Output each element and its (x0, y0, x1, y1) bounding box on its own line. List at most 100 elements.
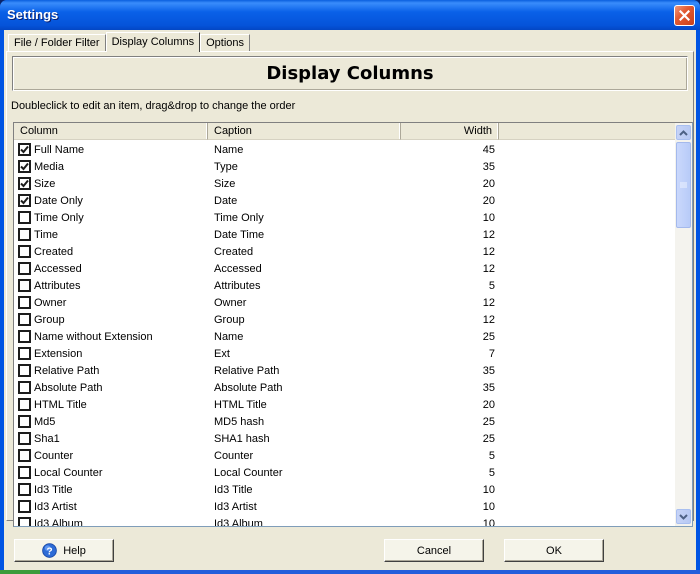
caption-cell: Ext (214, 347, 230, 360)
column-cell: Time Only (14, 211, 208, 224)
tab-file-folder-filter[interactable]: File / Folder Filter (8, 34, 106, 52)
instructions-text: Doubleclick to edit an item, drag&drop t… (11, 100, 296, 112)
list-item[interactable]: Group Group 12 (14, 311, 678, 328)
column-checkbox[interactable] (18, 177, 31, 190)
column-checkbox[interactable] (18, 228, 31, 241)
column-cell: Id3 Artist (14, 500, 208, 513)
list-item[interactable]: Id3 Artist Id3 Artist 10 (14, 498, 678, 515)
list-item[interactable]: Counter Counter 5 (14, 447, 678, 464)
title-bar[interactable]: Settings (0, 0, 700, 30)
list-item[interactable]: Owner Owner 12 (14, 294, 678, 311)
checkmark-icon (20, 145, 29, 154)
column-checkbox[interactable] (18, 160, 31, 173)
column-name: Attributes (34, 279, 81, 292)
column-name: Absolute Path (34, 381, 103, 394)
column-name: Extension (34, 347, 83, 360)
list-item[interactable]: Full Name Name 45 (14, 141, 678, 158)
tab-display-columns[interactable]: Display Columns (105, 32, 201, 52)
width-cell: 10 (482, 517, 495, 527)
column-name: Id3 Title (34, 483, 73, 496)
width-cell: 35 (482, 160, 495, 173)
ok-button[interactable]: OK (504, 539, 604, 562)
list-item[interactable]: HTML Title HTML Title 20 (14, 396, 678, 413)
column-name: Size (34, 177, 56, 190)
columns-list[interactable]: Column Caption Width Full Name Name 45 Medi… (13, 122, 693, 527)
column-name: Id3 Album (34, 517, 83, 527)
caption-cell: Name (214, 143, 244, 156)
header-width[interactable]: Width (401, 123, 499, 140)
caption-cell: Relative Path (214, 364, 280, 377)
width-cell: 5 (488, 466, 495, 479)
list-item[interactable]: Time Only Time Only 10 (14, 209, 678, 226)
header-caption[interactable]: Caption (208, 123, 401, 140)
list-item[interactable]: Extension Ext 7 (14, 345, 678, 362)
width-cell: 5 (488, 279, 495, 292)
column-checkbox[interactable] (18, 313, 31, 326)
width-cell: 20 (482, 194, 495, 207)
tab-options[interactable]: Options (200, 34, 251, 52)
scroll-thumb[interactable] (676, 142, 691, 228)
list-item[interactable]: Created Created 12 (14, 243, 678, 260)
list-item[interactable]: Id3 Album Id3 Album 10 (14, 515, 678, 527)
vertical-scrollbar[interactable] (675, 123, 692, 526)
column-cell: Id3 Album (14, 517, 208, 527)
column-checkbox[interactable] (18, 449, 31, 462)
column-checkbox[interactable] (18, 347, 31, 360)
close-button[interactable] (674, 5, 695, 26)
column-checkbox[interactable] (18, 262, 31, 275)
column-checkbox[interactable] (18, 194, 31, 207)
column-checkbox[interactable] (18, 364, 31, 377)
list-item[interactable]: Attributes Attributes 5 (14, 277, 678, 294)
column-name: Media (34, 160, 64, 173)
help-button[interactable]: ? Help (14, 539, 114, 562)
list-item[interactable]: Md5 MD5 hash 25 (14, 413, 678, 430)
caption-cell: Id3 Album (214, 517, 263, 527)
list-item[interactable]: Id3 Title Id3 Title 10 (14, 481, 678, 498)
column-checkbox[interactable] (18, 500, 31, 513)
column-checkbox[interactable] (18, 432, 31, 445)
list-item[interactable]: Sha1 SHA1 hash 25 (14, 430, 678, 447)
column-cell: Group (14, 313, 208, 326)
column-name: Relative Path (34, 364, 100, 377)
list-item[interactable]: Size Size 20 (14, 175, 678, 192)
close-icon (679, 10, 690, 21)
column-checkbox[interactable] (18, 279, 31, 292)
width-cell: 25 (482, 415, 495, 428)
caption-cell: Absolute Path (214, 381, 283, 394)
column-checkbox[interactable] (18, 483, 31, 496)
column-name: Sha1 (34, 432, 60, 445)
caption-cell: Time Only (214, 211, 264, 224)
column-cell: Created (14, 245, 208, 258)
list-item[interactable]: Time Date Time 12 (14, 226, 678, 243)
width-cell: 7 (488, 347, 495, 360)
column-checkbox[interactable] (18, 330, 31, 343)
list-item[interactable]: Absolute Path Absolute Path 35 (14, 379, 678, 396)
column-checkbox[interactable] (18, 211, 31, 224)
column-checkbox[interactable] (18, 296, 31, 309)
column-checkbox[interactable] (18, 415, 31, 428)
scroll-up-button[interactable] (676, 125, 691, 140)
column-checkbox[interactable] (18, 143, 31, 156)
panel-header: Display Columns (12, 56, 688, 91)
column-checkbox[interactable] (18, 381, 31, 394)
column-cell: Absolute Path (14, 381, 208, 394)
column-checkbox[interactable] (18, 517, 31, 526)
width-cell: 25 (482, 432, 495, 445)
list-item[interactable]: Name without Extension Name 25 (14, 328, 678, 345)
column-cell: Media (14, 160, 208, 173)
column-checkbox[interactable] (18, 398, 31, 411)
column-name: Full Name (34, 143, 85, 156)
list-item[interactable]: Local Counter Local Counter 5 (14, 464, 678, 481)
column-checkbox[interactable] (18, 245, 31, 258)
cancel-button[interactable]: Cancel (384, 539, 484, 562)
column-name: Date Only (34, 194, 83, 207)
scroll-down-button[interactable] (676, 509, 691, 524)
header-column[interactable]: Column (14, 123, 208, 140)
list-item[interactable]: Date Only Date 20 (14, 192, 678, 209)
caption-cell: Counter (214, 449, 254, 462)
column-checkbox[interactable] (18, 466, 31, 479)
list-item[interactable]: Accessed Accessed 12 (14, 260, 678, 277)
caption-cell: Date (214, 194, 238, 207)
list-item[interactable]: Relative Path Relative Path 35 (14, 362, 678, 379)
list-item[interactable]: Media Type 35 (14, 158, 678, 175)
